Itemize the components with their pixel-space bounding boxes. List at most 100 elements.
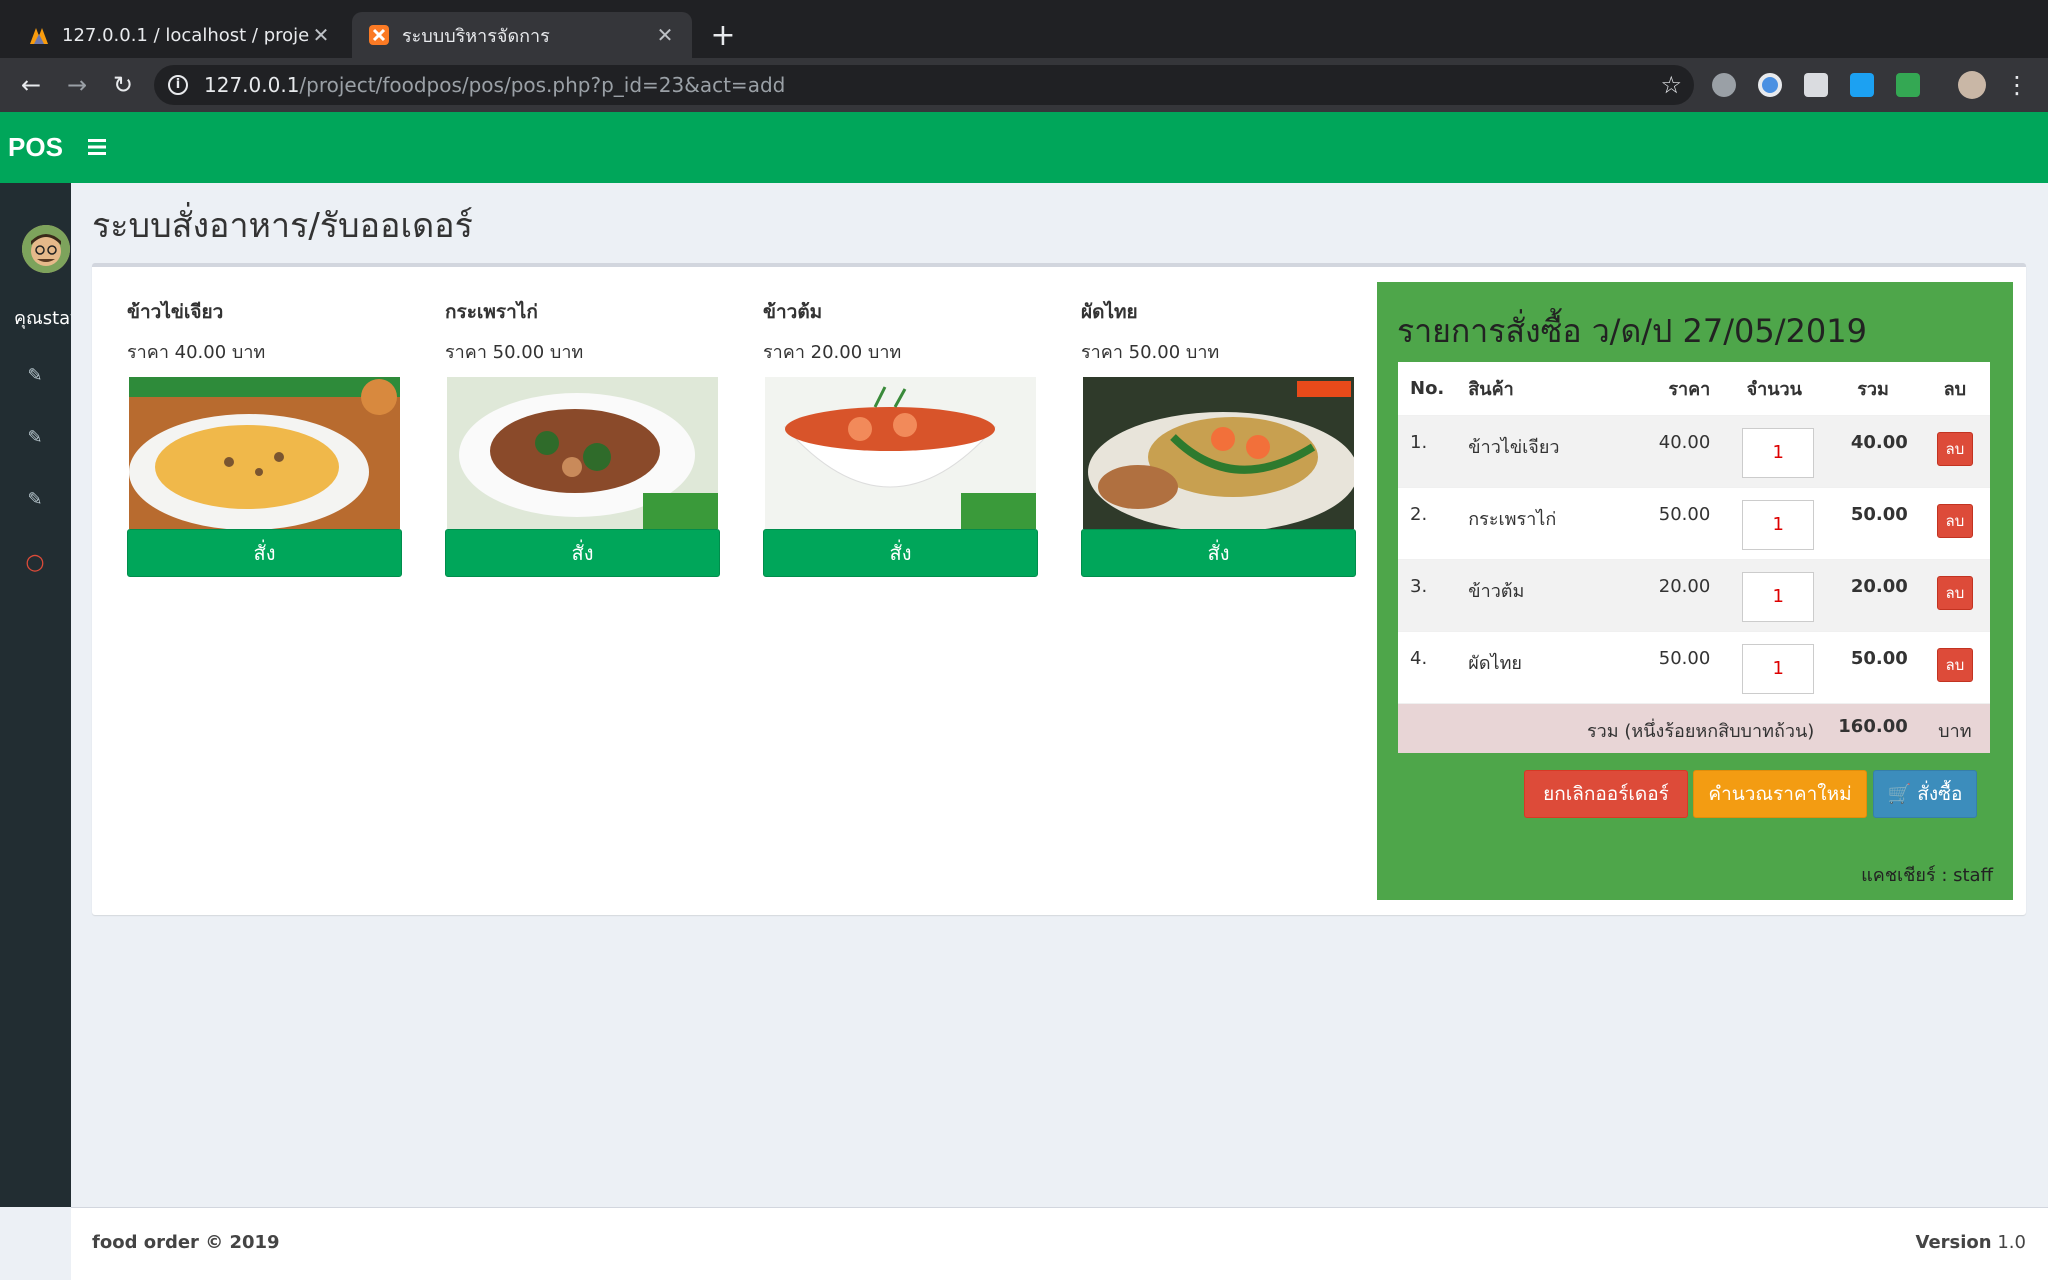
column-header-no: No. xyxy=(1410,377,1445,399)
url-host: 127.0.0.1 xyxy=(204,73,300,97)
table-row: 4. ผัดไทย 50.00 1 50.00 ลบ xyxy=(1398,630,1990,703)
product-card: ผัดไทย ราคา 50.00 บาท สั่ง xyxy=(1081,297,1356,577)
info-icon[interactable]: i xyxy=(168,75,188,95)
row-sum: 50.00 xyxy=(1826,630,1920,703)
page-title: ระบบสั่งอาหาร/รับออเดอร์ xyxy=(92,206,473,246)
edit-icon[interactable]: ✎ xyxy=(24,489,46,511)
reload-icon[interactable]: ↻ xyxy=(106,68,140,102)
column-header-qty: จำนวน xyxy=(1746,378,1802,400)
browser-tab-bar: 127.0.0.1 / localhost / project_fo ✕ ระบ… xyxy=(0,0,2048,58)
row-no: 1. xyxy=(1398,414,1457,487)
quantity-input[interactable]: 1 xyxy=(1742,427,1815,478)
user-avatar xyxy=(22,225,70,273)
product-image xyxy=(765,377,1036,529)
extension-off-icon[interactable] xyxy=(1896,73,1920,97)
extension-cube-icon[interactable] xyxy=(1804,73,1828,97)
row-item: กระเพราไก่ xyxy=(1456,486,1637,559)
column-header-sum: รวม xyxy=(1857,378,1889,400)
row-no: 4. xyxy=(1398,630,1457,703)
extension-circle-icon[interactable] xyxy=(1758,73,1782,97)
quantity-input[interactable]: 1 xyxy=(1742,571,1815,622)
edit-icon[interactable]: ✎ xyxy=(24,427,46,449)
row-sum: 20.00 xyxy=(1826,558,1920,631)
total-unit: บาท xyxy=(1919,702,1990,753)
product-image xyxy=(447,377,718,529)
product-image xyxy=(129,377,400,529)
order-button[interactable]: สั่ง xyxy=(127,529,402,577)
extension-gear-icon[interactable] xyxy=(1712,73,1736,97)
browser-tab-pos[interactable]: ระบบบริหารจัดการ ✕ xyxy=(352,12,692,58)
order-title: รายการสั่งซื้อ ว/ด/ป 27/05/2019 xyxy=(1397,312,1867,350)
extension-blue-icon[interactable] xyxy=(1850,73,1874,97)
quantity-input[interactable]: 1 xyxy=(1742,643,1815,694)
more-menu-icon[interactable]: ⋮ xyxy=(2000,68,2034,102)
phpmyadmin-icon xyxy=(28,24,50,46)
browser-toolbar: ← → ↻ i 127.0.0.1/project/foodpos/pos/po… xyxy=(0,58,2048,112)
hamburger-icon[interactable] xyxy=(88,132,114,162)
column-header-delete: ลบ xyxy=(1943,378,1967,400)
product-price: ราคา 50.00 บาท xyxy=(1081,342,1220,363)
delete-button[interactable]: ลบ xyxy=(1936,431,1974,466)
product-card: ข้าวไข่เจียว ราคา 40.00 บาท สั่ง xyxy=(127,297,402,577)
product-name: ข้าวต้ม xyxy=(763,301,823,323)
product-price: ราคา 40.00 บาท xyxy=(127,342,266,363)
cart-icon: 🛒 xyxy=(1887,783,1912,805)
order-actions: ยกเลิกออร์เดอร์ คำนวณราคาใหม่ 🛒 สั่งซื้อ xyxy=(1377,770,2013,818)
table-row: 3. ข้าวต้ม 20.00 1 20.00 ลบ xyxy=(1398,558,1990,631)
row-price: 40.00 xyxy=(1636,414,1723,487)
delete-button[interactable]: ลบ xyxy=(1936,503,1974,538)
row-sum: 40.00 xyxy=(1826,414,1920,487)
circle-icon[interactable]: ○ xyxy=(24,552,46,574)
total-label: รวม (หนึ่งร้อยหกสิบบาทถ้วน) xyxy=(1398,702,1827,753)
address-bar[interactable]: i 127.0.0.1/project/foodpos/pos/pos.php?… xyxy=(154,65,1694,105)
delete-button[interactable]: ลบ xyxy=(1936,575,1974,610)
order-button[interactable]: สั่ง xyxy=(763,529,1038,577)
new-tab-button[interactable]: + xyxy=(708,18,738,53)
cashier-label: แคชเชียร์ : staff xyxy=(1861,865,1993,886)
url-path: /project/foodpos/pos/pos.php?p_id=23&act… xyxy=(299,73,786,97)
row-item: ผัดไทย xyxy=(1456,630,1637,703)
row-price: 50.00 xyxy=(1636,630,1723,703)
order-button[interactable]: สั่ง xyxy=(1081,529,1356,577)
user-name: คุณstaff xyxy=(14,308,71,329)
delete-button[interactable]: ลบ xyxy=(1936,647,1974,682)
app-logo[interactable]: POS xyxy=(0,112,71,183)
version-text: Version 1.0 xyxy=(1916,1232,2026,1253)
checkout-button[interactable]: 🛒 สั่งซื้อ xyxy=(1873,770,1977,818)
footer: food order © 2019 Version 1.0 xyxy=(71,1207,2048,1280)
tab-title: 127.0.0.1 / localhost / project_fo xyxy=(62,24,310,46)
forward-arrow-icon[interactable]: → xyxy=(60,68,94,102)
total-row: รวม (หนึ่งร้อยหกสิบบาทถ้วน) 160.00 บาท xyxy=(1398,702,1990,753)
profile-avatar-icon[interactable] xyxy=(1958,71,1986,99)
product-price: ราคา 50.00 บาท xyxy=(445,342,584,363)
order-table: No. สินค้า ราคา จำนวน รวม ลบ 1. ข้าวไข่เ… xyxy=(1398,362,1990,753)
close-icon[interactable]: ✕ xyxy=(310,23,332,47)
edit-icon[interactable]: ✎ xyxy=(24,365,46,387)
browser-tab-phpmyadmin[interactable]: 127.0.0.1 / localhost / project_fo ✕ xyxy=(12,12,348,58)
bookmark-star-icon[interactable]: ☆ xyxy=(1660,71,1682,99)
copyright-text: food order © 2019 xyxy=(92,1232,280,1253)
table-row: 2. กระเพราไก่ 50.00 1 50.00 ลบ xyxy=(1398,486,1990,559)
row-price: 20.00 xyxy=(1636,558,1723,631)
table-header-row: No. สินค้า ราคา จำนวน รวม ลบ xyxy=(1398,362,1990,415)
product-name: ผัดไทย xyxy=(1081,301,1138,323)
quantity-input[interactable]: 1 xyxy=(1742,499,1815,550)
close-icon[interactable]: ✕ xyxy=(654,23,676,47)
xampp-icon xyxy=(368,24,390,46)
cancel-order-button[interactable]: ยกเลิกออร์เดอร์ xyxy=(1524,770,1688,818)
column-header-item: สินค้า xyxy=(1468,378,1514,400)
row-no: 2. xyxy=(1398,486,1457,559)
tab-title: ระบบบริหารจัดการ xyxy=(402,25,550,47)
row-price: 50.00 xyxy=(1636,486,1723,559)
row-item: ข้าวไข่เจียว xyxy=(1456,414,1637,487)
recalculate-button[interactable]: คำนวณราคาใหม่ xyxy=(1693,770,1867,818)
table-row: 1. ข้าวไข่เจียว 40.00 1 40.00 ลบ xyxy=(1398,414,1990,487)
row-item: ข้าวต้ม xyxy=(1456,558,1637,631)
product-price: ราคา 20.00 บาท xyxy=(763,342,902,363)
order-button[interactable]: สั่ง xyxy=(445,529,720,577)
checkout-label: สั่งซื้อ xyxy=(1917,783,1963,805)
sidebar: คุณstaff ✎ ✎ ✎ ○ xyxy=(0,183,71,1207)
back-arrow-icon[interactable]: ← xyxy=(14,68,48,102)
order-panel: รายการสั่งซื้อ ว/ด/ป 27/05/2019 No. สินค… xyxy=(1377,282,2013,900)
row-no: 3. xyxy=(1398,558,1457,631)
